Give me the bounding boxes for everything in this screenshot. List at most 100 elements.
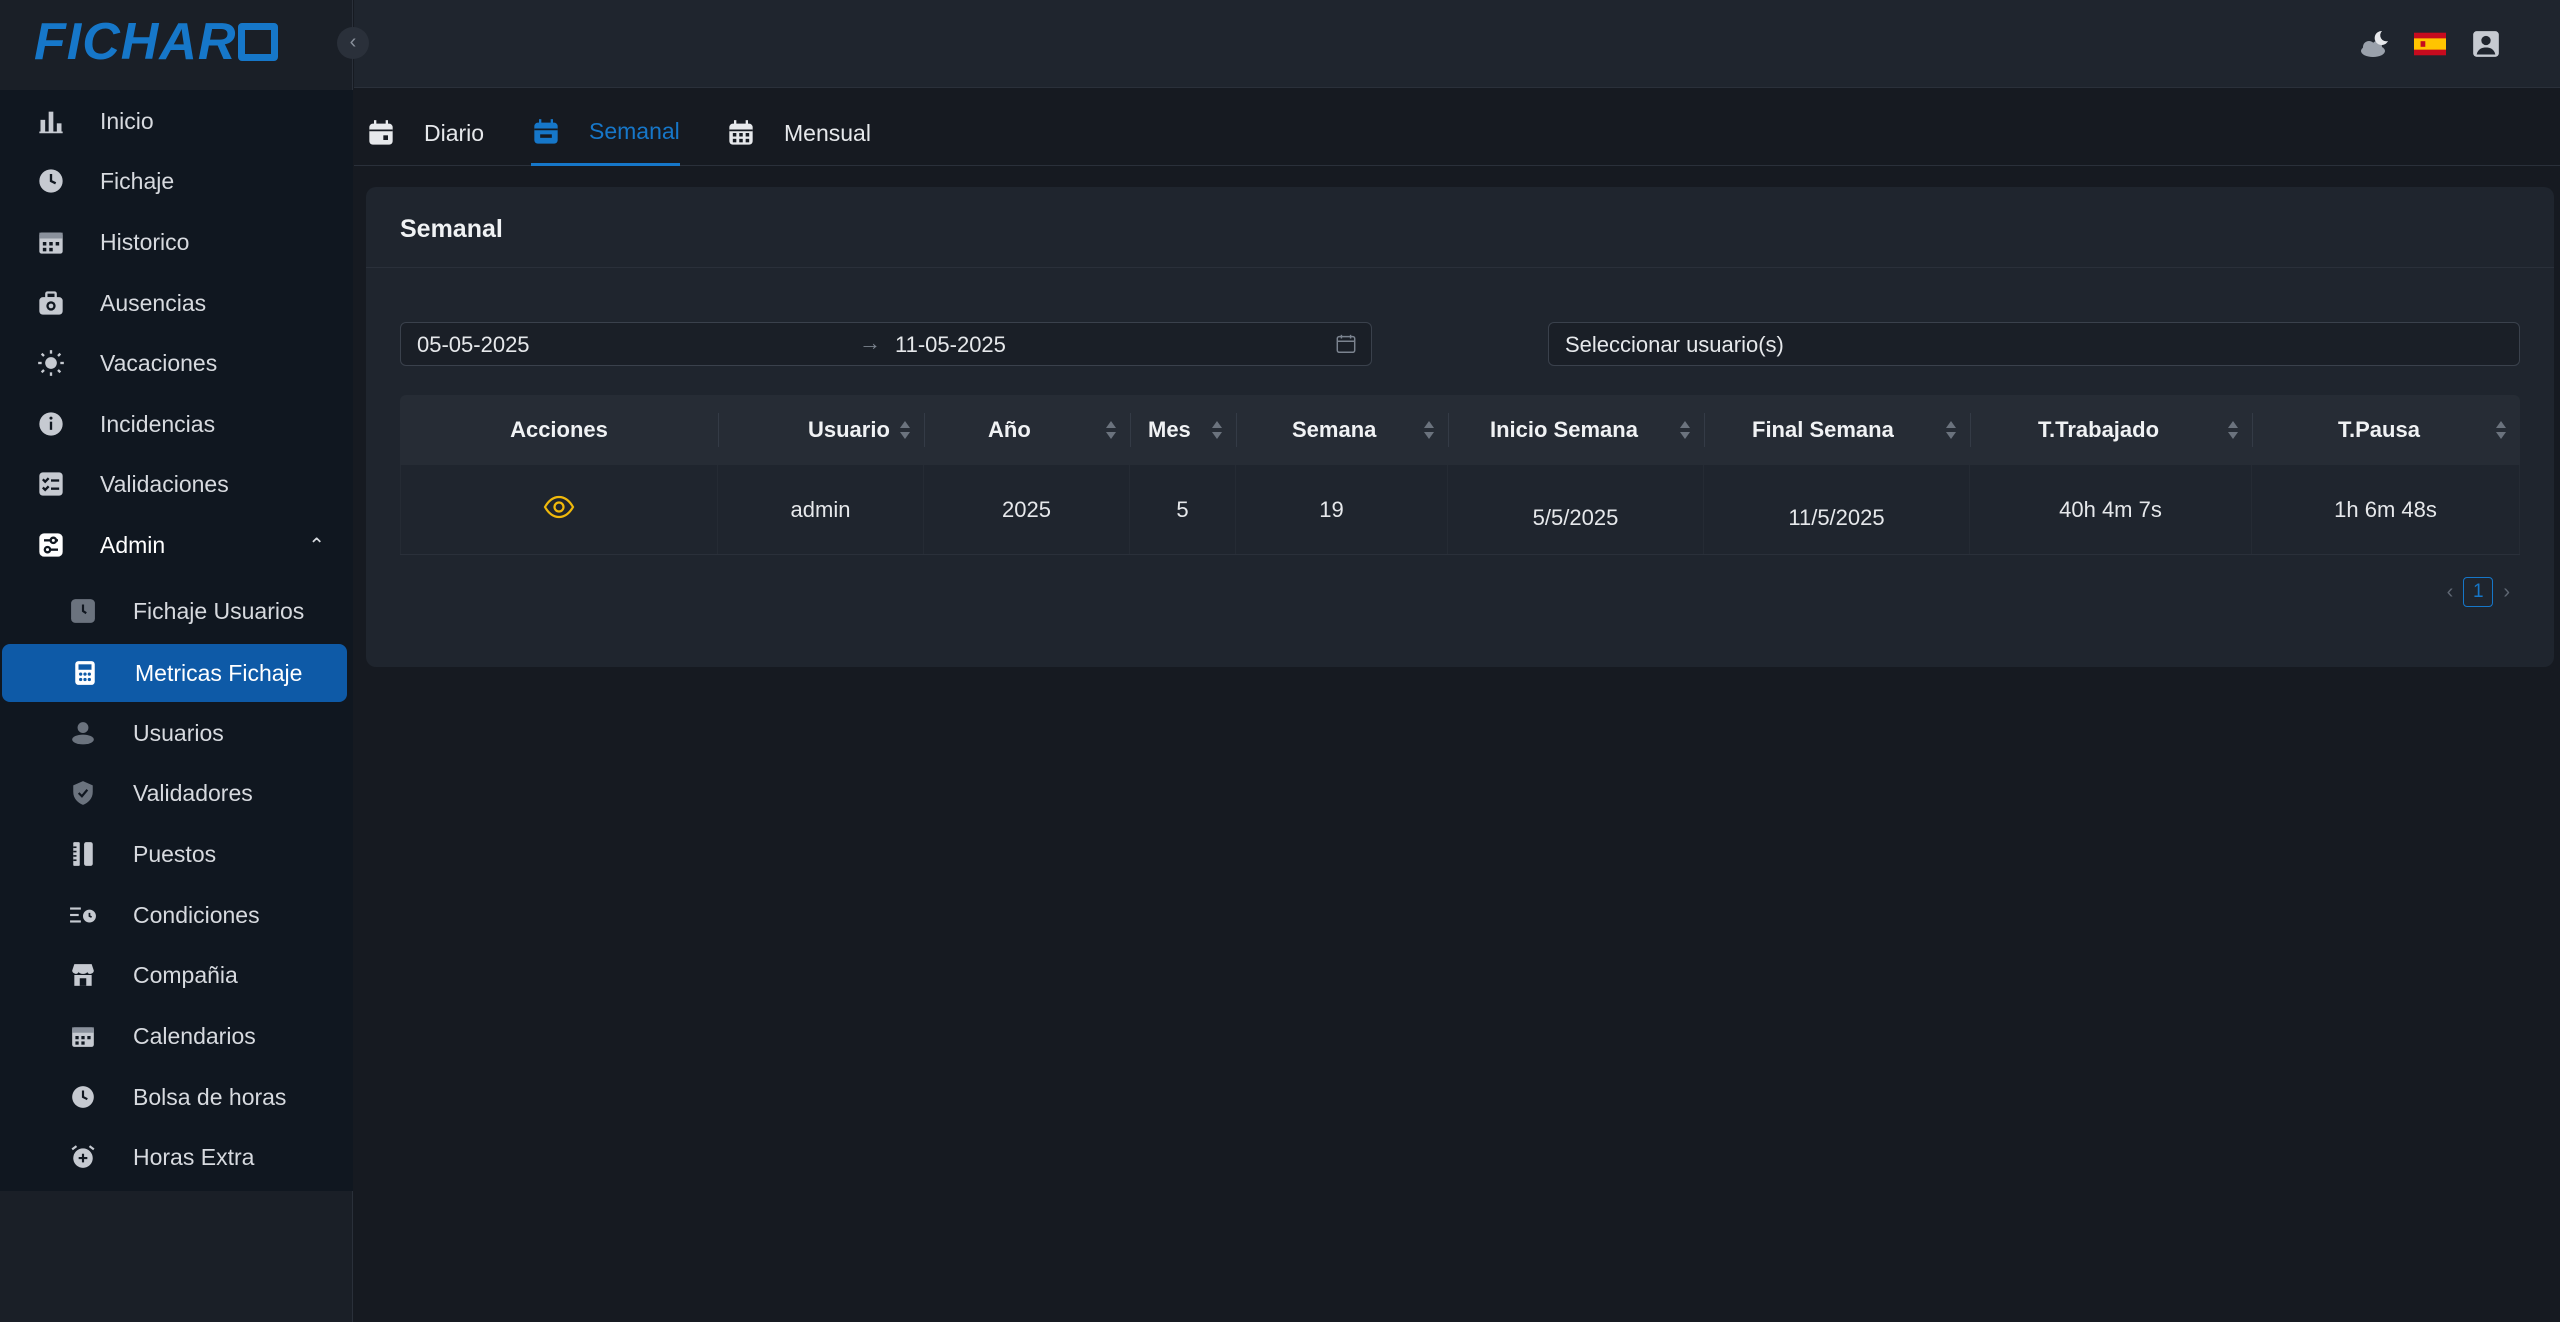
admin-sliders-icon — [36, 530, 66, 560]
sidebar-item-inicio[interactable]: Inicio — [0, 92, 353, 150]
sidebar-item-label: Bolsa de horas — [133, 1083, 287, 1110]
date-end-input[interactable]: 11-05-2025 — [895, 332, 1006, 358]
card-title: Semanal — [400, 215, 503, 243]
sidebar-item-compania[interactable]: Compañia — [0, 946, 353, 1004]
sidebar-item-label: Vacaciones — [100, 349, 218, 376]
table-row: admin 2025 5 19 5/5/2025 11/5/2025 40h 4… — [400, 465, 2520, 555]
sidebar-item-label: Validaciones — [100, 470, 229, 497]
tools-icon — [68, 839, 98, 869]
page-number[interactable]: 1 — [2463, 577, 2494, 607]
sidebar-item-fichaje[interactable]: Fichaje — [0, 152, 353, 210]
tab-label: Diario — [424, 119, 485, 146]
tab-diario[interactable]: Diario — [366, 100, 484, 166]
app-logo[interactable]: FICHAR — [34, 16, 279, 68]
sort-icon — [1212, 421, 1222, 439]
sidebar-item-fichaje-usuarios[interactable]: Fichaje Usuarios — [0, 582, 353, 640]
column-header-final-semana[interactable]: Final Semana — [1704, 395, 1970, 465]
sort-icon — [1424, 421, 1434, 439]
sidebar-item-vacaciones[interactable]: Vacaciones — [0, 334, 353, 392]
info-icon — [36, 409, 66, 439]
tab-semanal[interactable]: Semanal — [531, 100, 680, 166]
users-icon — [68, 718, 98, 748]
sidebar-item-label: Inicio — [100, 107, 154, 134]
cell-t-pausa: 1h 6m 48s — [2252, 465, 2520, 554]
cell-mes: 5 — [1130, 465, 1236, 554]
clock-icon — [68, 1082, 98, 1112]
sidebar-item-label: Calendarios — [133, 1022, 256, 1049]
sun-icon — [36, 348, 66, 378]
checklist-icon — [36, 469, 66, 499]
cell-acciones — [400, 465, 718, 554]
sidebar-item-usuarios[interactable]: Usuarios — [0, 704, 353, 762]
tab-label: Semanal — [589, 118, 680, 144]
user-select[interactable]: Seleccionar usuario(s) — [1548, 322, 2520, 366]
list-clock-icon — [68, 900, 98, 930]
sort-icon — [2228, 421, 2238, 439]
theme-toggle-icon[interactable] — [2358, 28, 2390, 60]
collapse-sidebar-button[interactable]: ‹ — [337, 27, 369, 59]
view-eye-icon[interactable] — [543, 494, 575, 526]
cell-t-trabajado: 40h 4m 7s — [1970, 465, 2252, 554]
store-icon — [68, 960, 98, 990]
user-avatar-icon[interactable] — [2470, 28, 2502, 60]
calendar-icon — [68, 1021, 98, 1051]
cell-usuario: admin — [718, 465, 924, 554]
sidebar-item-bolsa-de-horas[interactable]: Bolsa de horas — [0, 1068, 353, 1126]
sidebar-item-horas-extra[interactable]: Horas Extra — [0, 1128, 353, 1186]
spanish-flag-icon[interactable] — [2414, 28, 2446, 60]
sidebar-item-label: Ausencias — [100, 289, 207, 316]
pagination: ‹ 1 › — [2447, 577, 2510, 607]
topbar — [354, 0, 2560, 88]
divider — [366, 267, 2554, 268]
sidebar-item-ausencias[interactable]: Ausencias — [0, 274, 353, 332]
sidebar-item-label: Incidencias — [100, 410, 216, 437]
sidebar-item-validadores[interactable]: Validadores — [0, 764, 353, 822]
alarm-plus-icon — [68, 1142, 98, 1172]
sidebar-item-admin[interactable]: Admin ⌃ — [0, 516, 353, 574]
calendar-week-icon — [531, 117, 561, 147]
sidebar-item-calendarios[interactable]: Calendarios — [0, 1007, 353, 1065]
medical-bag-icon — [36, 288, 66, 318]
column-header-anio[interactable]: Año — [924, 395, 1130, 465]
sidebar-item-label: Compañia — [133, 961, 238, 988]
column-header-acciones: Acciones — [510, 417, 608, 442]
column-header-t-pausa[interactable]: T.Pausa — [2252, 395, 2520, 465]
calendar-month-icon — [726, 118, 756, 148]
bar-chart-icon — [36, 106, 66, 136]
sidebar-item-condiciones[interactable]: Condiciones — [0, 886, 353, 944]
sidebar-item-puestos[interactable]: Puestos — [0, 825, 353, 883]
calendar-icon[interactable] — [1335, 333, 1357, 361]
sort-icon — [1106, 421, 1116, 439]
tab-mensual[interactable]: Mensual — [726, 100, 871, 166]
calendar-icon — [36, 227, 66, 257]
column-header-usuario[interactable]: Usuario — [718, 395, 924, 465]
column-header-inicio-semana[interactable]: Inicio Semana — [1448, 395, 1704, 465]
column-header-mes[interactable]: Mes — [1130, 395, 1236, 465]
shield-check-icon — [68, 778, 98, 808]
sidebar-item-label: Historico — [100, 228, 190, 255]
date-start-input[interactable]: 05-05-2025 — [417, 332, 530, 358]
date-range-picker[interactable]: 05-05-2025 → 11-05-2025 — [400, 322, 1372, 366]
sidebar-item-validaciones[interactable]: Validaciones — [0, 455, 353, 513]
chevron-up-icon[interactable]: ⌃ — [308, 533, 325, 558]
sort-icon — [1680, 421, 1690, 439]
next-page-icon[interactable]: › — [2503, 581, 2510, 604]
arrow-right-icon: → — [859, 330, 881, 355]
column-header-semana[interactable]: Semana — [1236, 395, 1448, 465]
sidebar-item-label: Metricas Fichaje — [135, 659, 303, 686]
sidebar-item-incidencias[interactable]: Incidencias — [0, 395, 353, 453]
sort-icon — [900, 421, 910, 439]
sort-icon — [1946, 421, 1956, 439]
metrics-table: Acciones Usuario Año Mes Semana Inicio S… — [400, 395, 2520, 555]
column-header-t-trabajado[interactable]: T.Trabajado — [1970, 395, 2252, 465]
sidebar-item-historico[interactable]: Historico — [0, 213, 353, 271]
tab-label: Mensual — [784, 119, 871, 146]
cell-semana: 19 — [1236, 465, 1448, 554]
calendar-icon — [366, 118, 396, 148]
prev-page-icon[interactable]: ‹ — [2447, 581, 2454, 604]
cell-final-semana: 11/5/2025 — [1704, 465, 1970, 554]
sidebar-item-label: Condiciones — [133, 901, 260, 928]
sidebar: FICHAR Inicio Fichaje Historico Ausencia… — [0, 0, 353, 1322]
sidebar-item-metricas-fichaje[interactable]: Metricas Fichaje — [2, 644, 347, 702]
table-header: Acciones Usuario Año Mes Semana Inicio S… — [400, 395, 2520, 465]
